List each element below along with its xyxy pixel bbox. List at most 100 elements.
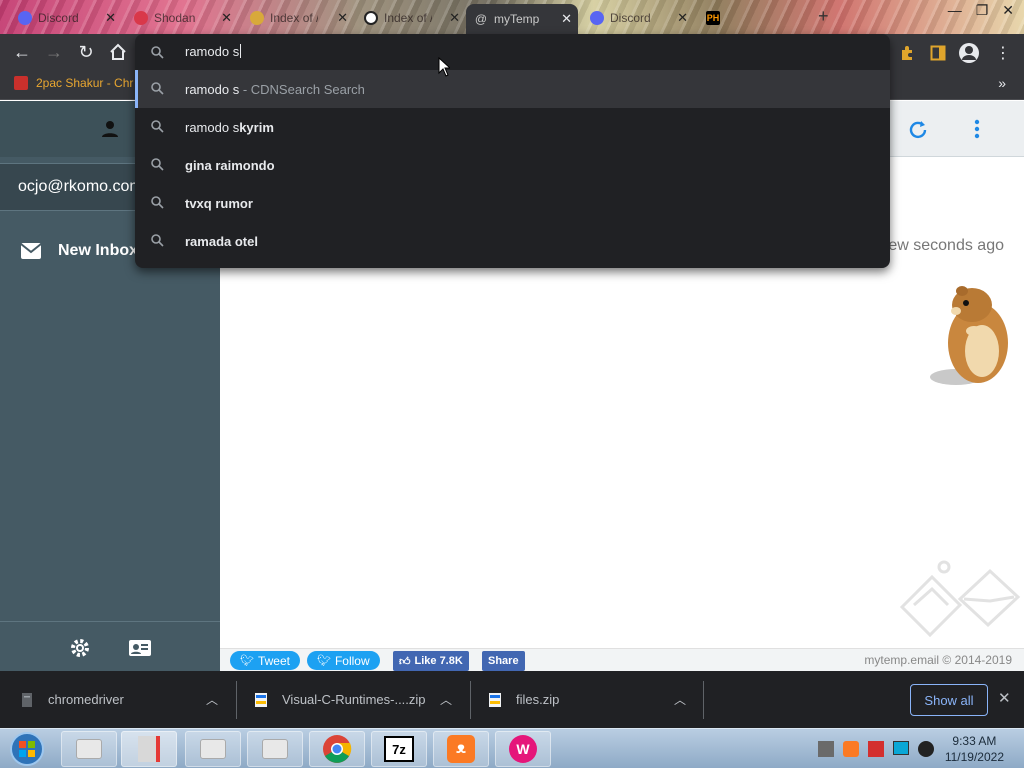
tab-mytemp[interactable]: @ myTemp ✕ (466, 4, 578, 34)
more-vertical-icon[interactable] (974, 119, 980, 139)
bookmarks-overflow-icon[interactable]: » (998, 75, 1006, 91)
show-all-button[interactable]: Show all (910, 684, 988, 716)
search-icon (151, 120, 164, 133)
profile-avatar-icon[interactable] (958, 42, 980, 64)
follow-button[interactable]: 🐦︎ Follow (307, 651, 380, 670)
chrome-icon (323, 735, 352, 763)
bookmark-item[interactable]: 2pac Shakur - Chr (14, 76, 133, 90)
twitter-bird-icon: 🐦︎ (317, 655, 331, 667)
tweet-label: Tweet (257, 653, 290, 668)
search-icon (151, 234, 164, 247)
tray-xampp-icon[interactable] (843, 741, 859, 757)
suggestion-text: tvxq rumor (185, 195, 253, 211)
extensions-icon[interactable] (896, 42, 918, 64)
chevron-up-icon[interactable]: ︿ (674, 691, 686, 708)
tray-flag-icon[interactable] (868, 741, 884, 757)
wamp-icon: W (509, 735, 537, 763)
refresh-icon[interactable] (907, 119, 929, 141)
folder-icon (250, 11, 264, 25)
suggestion-item[interactable]: gina raimondo (135, 146, 890, 184)
address-bar[interactable]: ramodo s (135, 34, 890, 70)
facebook-share-button[interactable]: Share (482, 651, 525, 671)
tab-index-of-2[interactable]: Index of / ✕ (356, 6, 466, 30)
minimize-icon[interactable]: — (948, 2, 962, 19)
download-filename: chromedriver (48, 692, 124, 707)
tray-network-icon[interactable] (818, 741, 834, 757)
close-downloads-icon[interactable]: ✕ (998, 689, 1011, 707)
address-input-text[interactable]: ramodo s (185, 44, 242, 59)
suggestion-text: ramodo s (185, 81, 240, 97)
share-label: Share (488, 655, 519, 667)
contact-card-icon[interactable] (128, 638, 152, 658)
suggestion-item[interactable]: ramada otel (135, 222, 890, 260)
taskbar-folder[interactable] (185, 731, 241, 767)
window-icon (262, 739, 288, 759)
close-icon[interactable]: ✕ (221, 10, 232, 26)
suggestion-source: - CDNSearch Search (239, 81, 365, 97)
zip-file-icon (255, 692, 267, 707)
close-icon[interactable]: ✕ (561, 11, 572, 27)
ph-icon: PH (706, 11, 720, 25)
gear-icon[interactable] (69, 637, 91, 659)
tab-strip: Discord ✕ Shodan ✕ Index of / ✕ Index of… (0, 0, 1024, 34)
suggestion-text: ramodo s (185, 119, 240, 135)
tray-volume-icon[interactable] (918, 741, 934, 757)
twitter-bird-icon: 🐦︎ (240, 655, 254, 667)
clock-date: 11/19/2022 (944, 750, 1004, 764)
discord-icon (18, 11, 32, 25)
envelope-watermark-icon (899, 560, 1021, 638)
tweet-button[interactable]: 🐦︎ Tweet (230, 651, 300, 670)
close-icon[interactable]: ✕ (337, 10, 348, 26)
taskbar-xampp[interactable]: ᴥ (433, 731, 489, 767)
tab-discord[interactable]: Discord ✕ (10, 6, 122, 30)
hamster-mascot-icon (930, 286, 1008, 385)
taskbar-folder-2[interactable] (247, 731, 303, 767)
github-icon (364, 11, 378, 25)
taskbar-app[interactable] (121, 731, 177, 767)
chevron-up-icon[interactable]: ︿ (440, 691, 452, 708)
new-tab-button[interactable]: + (818, 6, 829, 27)
tab-discord-2[interactable]: Discord ✕ (582, 6, 694, 30)
suggestion-item[interactable]: tvxq rumor (135, 184, 890, 222)
maximize-icon[interactable]: ❐ (976, 2, 989, 19)
follow-label: Follow (334, 653, 370, 668)
tray-monitor-icon[interactable] (893, 741, 909, 755)
download-item[interactable]: Visual-C-Runtimes-....zip ︿ (254, 671, 464, 728)
chevron-up-icon[interactable]: ︿ (206, 691, 218, 708)
close-window-icon[interactable]: ✕ (1002, 2, 1014, 19)
tab-ph[interactable]: PH (698, 6, 810, 30)
reload-icon[interactable]: ↻ (76, 42, 96, 62)
close-icon[interactable]: ✕ (105, 10, 116, 26)
clock-time: 9:33 AM (952, 734, 997, 748)
facebook-like-button[interactable]: 👍︎ Like 7.8K (393, 651, 469, 671)
download-item[interactable]: files.zip ︿ (488, 671, 698, 728)
forward-icon[interactable]: → (44, 42, 64, 62)
download-filename: Visual-C-Runtimes-....zip (282, 692, 426, 707)
suggestion-item[interactable]: ramodo skyrim (135, 108, 890, 146)
tab-label: Index of / (384, 11, 432, 25)
close-icon[interactable]: ✕ (677, 10, 688, 26)
download-item[interactable]: chromedriver ︿ (20, 671, 230, 728)
back-icon[interactable]: ← (12, 42, 32, 62)
tab-index-of-1[interactable]: Index of / ✕ (242, 6, 354, 30)
bookmark-label: 2pac Shakur - Chr (36, 76, 134, 90)
copyright-text: mytemp.email © 2014-2019 (864, 653, 1012, 667)
suggestion-item[interactable]: ramodo s - CDNSearch Search (135, 70, 890, 108)
sidepanel-icon[interactable] (927, 42, 949, 64)
search-icon (151, 46, 164, 59)
tab-shodan[interactable]: Shodan ✕ (126, 6, 238, 30)
taskbar-wamp[interactable]: W (495, 731, 551, 767)
taskbar-chrome[interactable] (309, 731, 365, 767)
taskbar-7zip[interactable]: 7z (371, 731, 427, 767)
start-button-icon[interactable] (8, 731, 46, 767)
menu-kebab-icon[interactable]: ⋮ (992, 42, 1014, 64)
tab-label: Index of / (270, 11, 318, 25)
home-icon[interactable] (108, 42, 128, 62)
taskbar-explorer[interactable] (61, 731, 117, 767)
system-clock[interactable]: 9:33 AM 11/19/2022 (945, 733, 1004, 765)
close-icon[interactable]: ✕ (449, 10, 460, 26)
divider (470, 681, 471, 719)
file-icon (22, 692, 32, 707)
suggestion-text: gina raimondo (185, 157, 275, 173)
person-icon[interactable] (100, 119, 120, 139)
